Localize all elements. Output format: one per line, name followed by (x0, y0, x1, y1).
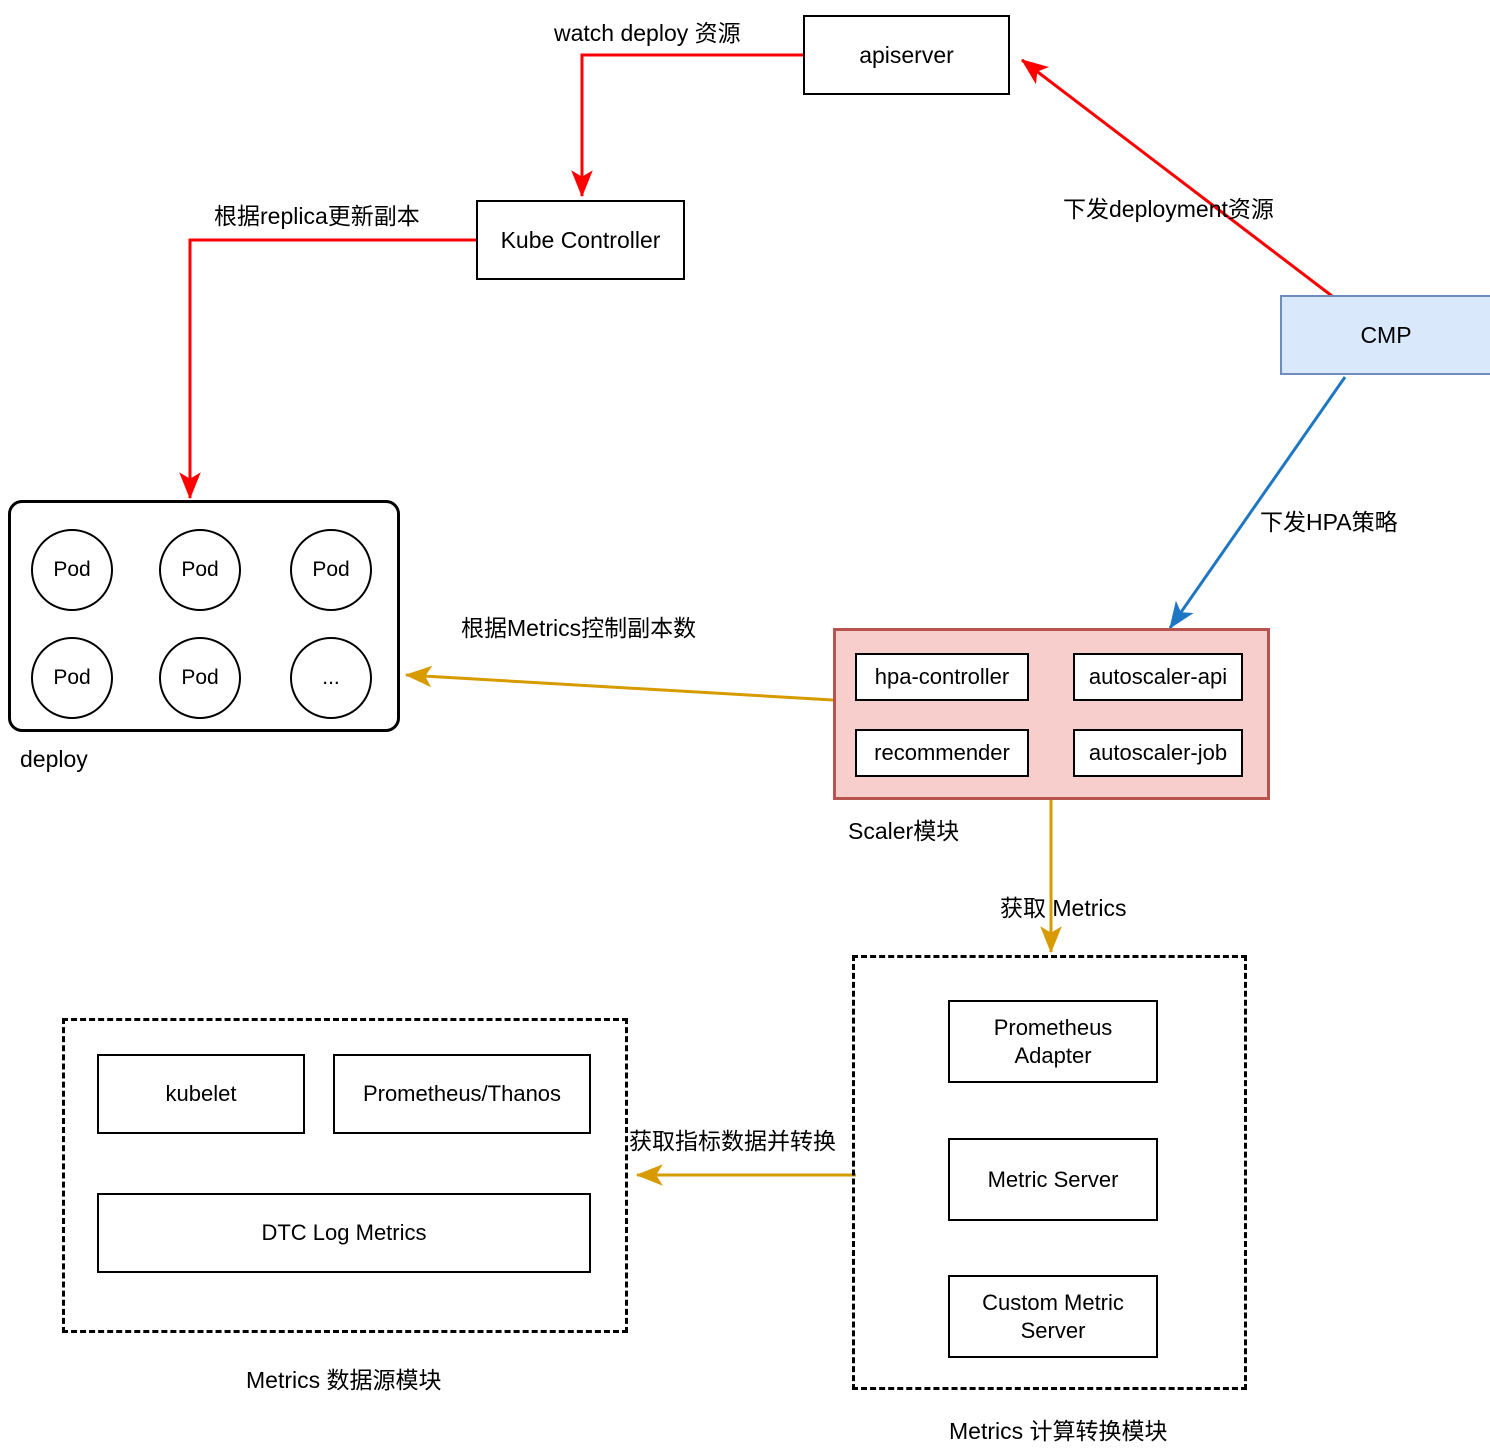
autoscaler-job-label: autoscaler-job (1088, 740, 1228, 766)
pod-label: ... (322, 665, 340, 689)
pod-circle[interactable]: Pod (159, 637, 241, 719)
metrics-source-caption: Metrics 数据源模块 (246, 1367, 442, 1393)
group-deploy[interactable]: Pod Pod Pod Pod Pod ... (8, 500, 400, 732)
edge-label-deliver-hpa: 下发HPA策略 (1260, 509, 1398, 535)
kubelet-label: kubelet (165, 1081, 237, 1107)
node-prometheus-adapter[interactable]: Prometheus Adapter (948, 1000, 1158, 1083)
edge-label-deliver-deployment: 下发deployment资源 (1063, 196, 1274, 222)
prometheus-adapter-label-line1: Prometheus (993, 1015, 1113, 1040)
pod-label: Pod (53, 665, 91, 689)
pod-label: Pod (53, 557, 91, 581)
node-kubelet[interactable]: kubelet (97, 1054, 305, 1134)
node-prometheus-thanos[interactable]: Prometheus/Thanos (333, 1054, 591, 1134)
pod-label: Pod (312, 557, 350, 581)
edge-label-update-replica: 根据replica更新副本 (214, 203, 420, 229)
dtc-log-metrics-label: DTC Log Metrics (261, 1220, 427, 1246)
cmp-label: CMP (1360, 321, 1412, 348)
group-metrics-compute[interactable]: Prometheus Adapter Metric Server Custom … (852, 955, 1247, 1390)
pod-label: Pod (181, 665, 219, 689)
edge-label-control-replicas: 根据Metrics控制副本数 (461, 615, 697, 641)
edge-watch-deploy (571, 53, 803, 198)
edge-update-replica (179, 238, 476, 500)
pod-circle-ellipsis[interactable]: ... (290, 637, 372, 719)
autoscaler-api-label: autoscaler-api (1088, 664, 1228, 690)
pod-circle[interactable]: Pod (31, 637, 113, 719)
pod-label: Pod (181, 557, 219, 581)
node-recommender[interactable]: recommender (855, 729, 1029, 777)
metric-server-label-line1: Metric Server (987, 1166, 1119, 1192)
node-custom-metric-server[interactable]: Custom Metric Server (948, 1275, 1158, 1358)
pod-circle[interactable]: Pod (159, 529, 241, 611)
edge-label-watch-deploy: watch deploy 资源 (554, 20, 741, 46)
node-dtc-log-metrics[interactable]: DTC Log Metrics (97, 1193, 591, 1273)
node-cmp[interactable]: CMP (1280, 295, 1490, 375)
pod-circle[interactable]: Pod (290, 529, 372, 611)
metrics-compute-caption: Metrics 计算转换模块 (949, 1418, 1168, 1444)
pod-circle[interactable]: Pod (31, 529, 113, 611)
group-scaler[interactable]: hpa-controller autoscaler-api recommende… (833, 628, 1270, 800)
group-metrics-source[interactable]: kubelet Prometheus/Thanos DTC Log Metric… (62, 1018, 628, 1333)
node-apiserver[interactable]: apiserver (803, 15, 1010, 95)
custom-metric-server-label-line2: Server (1020, 1317, 1086, 1343)
architecture-diagram-canvas: apiserver Kube Controller CMP Pod Pod Po… (0, 0, 1490, 1456)
custom-metric-server-label-line1: Custom Metric (982, 1290, 1124, 1315)
recommender-label: recommender (874, 740, 1010, 766)
apiserver-label: apiserver (859, 41, 954, 68)
node-kube-controller[interactable]: Kube Controller (476, 200, 685, 280)
hpa-controller-label: hpa-controller (874, 664, 1010, 690)
node-autoscaler-api[interactable]: autoscaler-api (1073, 653, 1243, 701)
prometheus-thanos-label: Prometheus/Thanos (362, 1081, 562, 1107)
scaler-caption: Scaler模块 (848, 818, 960, 844)
prometheus-adapter-label-line2: Adapter (1014, 1042, 1092, 1068)
edge-label-fetch-metrics: 获取 Metrics (1000, 895, 1127, 921)
edge-deliver-deployment (1021, 58, 1333, 298)
deploy-caption: deploy (20, 746, 88, 772)
edge-label-fetch-and-convert: 获取指标数据并转换 (629, 1128, 836, 1154)
node-hpa-controller[interactable]: hpa-controller (855, 653, 1029, 701)
node-autoscaler-job[interactable]: autoscaler-job (1073, 729, 1243, 777)
edge-control-replicas (404, 665, 834, 702)
node-metric-server[interactable]: Metric Server (948, 1138, 1158, 1221)
kube-controller-label: Kube Controller (500, 226, 661, 253)
